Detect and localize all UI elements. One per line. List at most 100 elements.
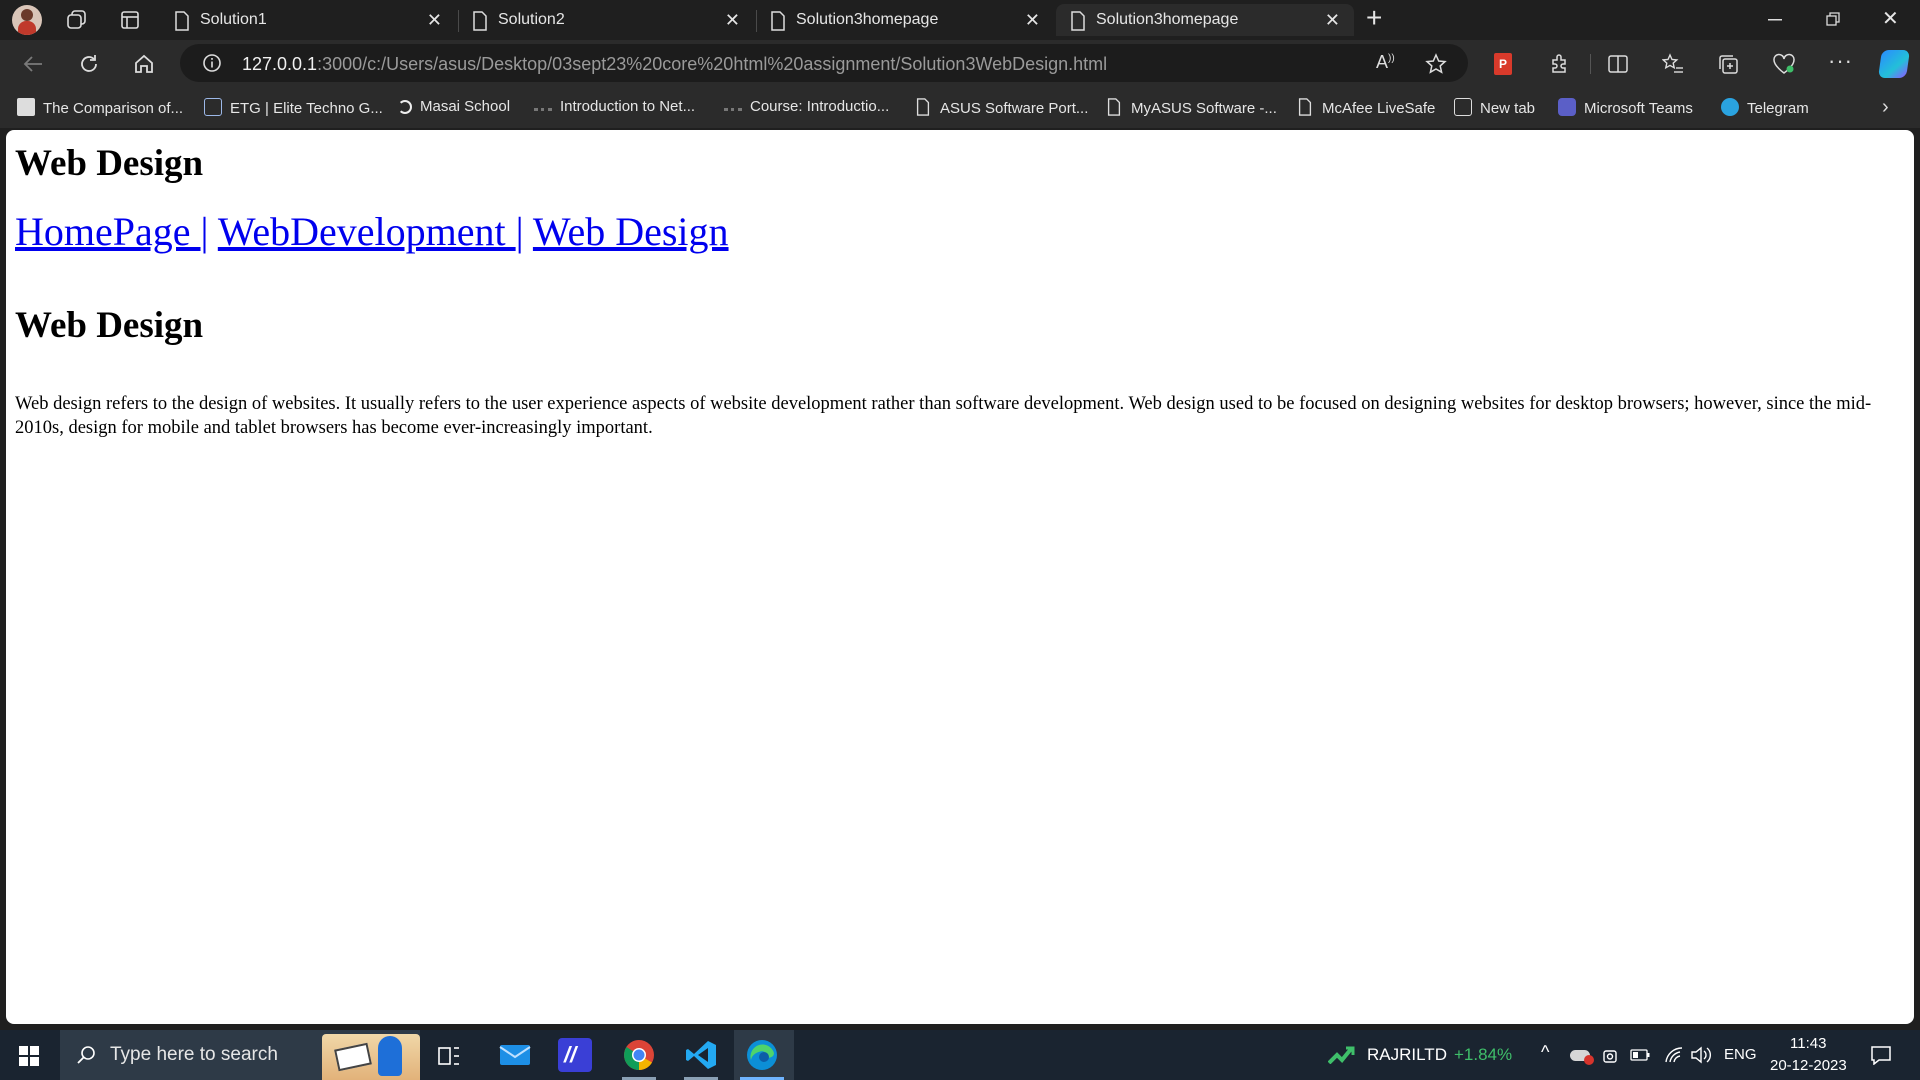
- stock-change[interactable]: +1.84%: [1454, 1045, 1512, 1065]
- url-host: 127.0.0.1: [242, 54, 318, 74]
- bookmark-item[interactable]: The Comparison of...: [17, 98, 183, 117]
- home-icon[interactable]: [133, 53, 155, 75]
- extension-badge-icon[interactable]: P: [1494, 53, 1512, 75]
- back-icon[interactable]: [22, 53, 44, 75]
- document-icon: [771, 11, 785, 31]
- wifi-icon[interactable]: [1664, 1046, 1684, 1064]
- bookmark-label: Course: Introductio...: [750, 98, 890, 115]
- profile-avatar[interactable]: [12, 5, 42, 35]
- bookmark-label: New tab: [1480, 100, 1536, 117]
- close-tab-icon[interactable]: ✕: [427, 10, 442, 31]
- section-paragraph: Web design refers to the design of websi…: [15, 394, 1872, 438]
- bookmark-label: McAfee LiveSafe: [1322, 100, 1436, 117]
- split-screen-icon[interactable]: [1607, 53, 1629, 75]
- clock-date[interactable]: 20-12-2023: [1770, 1057, 1847, 1074]
- bookmark-item[interactable]: Telegram: [1721, 98, 1809, 117]
- close-tab-icon[interactable]: ✕: [1325, 10, 1340, 31]
- refresh-icon[interactable]: [78, 53, 100, 75]
- toolbar-divider: [1590, 54, 1591, 74]
- address-bar[interactable]: 127.0.0.1:3000/c:/Users/asus/Desktop/03s…: [180, 44, 1468, 82]
- bookmark-label: Masai School: [420, 98, 511, 115]
- volume-icon[interactable]: [1690, 1046, 1712, 1064]
- edge-app-icon[interactable]: [745, 1038, 779, 1072]
- extensions-icon[interactable]: [1548, 53, 1570, 75]
- search-highlight-image: [322, 1034, 420, 1080]
- tab-title: Solution3homepage: [796, 11, 939, 28]
- search-placeholder: Type here to search: [110, 1044, 278, 1065]
- nav-link-homepage[interactable]: HomePage: [15, 209, 201, 254]
- copilot-icon[interactable]: [1878, 50, 1910, 78]
- new-tab-button[interactable]: +: [1366, 2, 1382, 34]
- bookmark-label: MyASUS Software -...: [1131, 100, 1277, 117]
- document-icon: [1298, 98, 1312, 116]
- url-path: :3000/c:/Users/asus/Desktop/03sept23%20c…: [317, 54, 1108, 74]
- new-tab-favicon-icon: [1454, 98, 1472, 116]
- vscode-app-icon[interactable]: [684, 1038, 718, 1072]
- tab-strip: Solution1 ✕ Solution2 ✕ Solution3homepag…: [0, 0, 1920, 40]
- tab-solution2[interactable]: Solution2 ✕: [458, 4, 754, 36]
- restore-icon[interactable]: [1826, 12, 1840, 26]
- task-view-icon[interactable]: [438, 1046, 460, 1066]
- close-window-icon[interactable]: ✕: [1882, 6, 1899, 31]
- favorite-star-icon[interactable]: [1425, 53, 1447, 75]
- bookmark-label: Microsoft Teams: [1584, 100, 1693, 117]
- bookmark-item[interactable]: Course: Introductio...: [724, 98, 889, 115]
- url-text[interactable]: 127.0.0.1:3000/c:/Users/asus/Desktop/03s…: [242, 54, 1107, 75]
- bookmark-label: Introduction to Net...: [560, 98, 696, 115]
- close-tab-icon[interactable]: ✕: [1025, 10, 1040, 31]
- bookmark-item[interactable]: McAfee LiveSafe: [1296, 98, 1435, 117]
- collections-icon[interactable]: [1717, 53, 1739, 75]
- windows-start-icon[interactable]: [19, 1046, 39, 1066]
- bookmark-item[interactable]: Microsoft Teams: [1558, 98, 1693, 117]
- notifications-icon[interactable]: [1870, 1045, 1892, 1065]
- minimize-icon[interactable]: [1768, 19, 1782, 21]
- language-indicator[interactable]: ENG: [1724, 1046, 1757, 1063]
- tab-solution3homepage[interactable]: Solution3homepage ✕: [756, 4, 1054, 36]
- nav-link-webdesign[interactable]: Web Design: [533, 209, 729, 254]
- nav-separator: |: [200, 209, 209, 254]
- stock-trend-icon: [1328, 1046, 1355, 1064]
- page-heading: Web Design: [15, 143, 204, 184]
- more-bookmarks-chevron-icon[interactable]: ›: [1882, 96, 1889, 119]
- tab-title: Solution1: [200, 11, 267, 28]
- taskbar-search-box[interactable]: Type here to search: [60, 1030, 420, 1080]
- tab-title: Solution3homepage: [1096, 11, 1239, 28]
- document-icon: [1071, 11, 1085, 31]
- chrome-app-icon[interactable]: [622, 1038, 656, 1072]
- stock-name[interactable]: RAJRILTD: [1367, 1045, 1447, 1065]
- browser-toolbar: 127.0.0.1:3000/c:/Users/asus/Desktop/03s…: [0, 40, 1920, 88]
- code-editor-app-icon[interactable]: //: [558, 1038, 592, 1072]
- tab-solution1[interactable]: Solution1 ✕: [160, 4, 456, 36]
- bookmark-label: The Comparison of...: [43, 100, 184, 117]
- onedrive-error-icon[interactable]: [1570, 1050, 1594, 1065]
- read-aloud-icon[interactable]: A)): [1376, 52, 1395, 73]
- nav-link-webdevelopment[interactable]: WebDevelopment: [218, 209, 516, 254]
- document-icon: [1107, 98, 1121, 116]
- close-tab-icon[interactable]: ✕: [725, 10, 740, 31]
- tab-solution3homepage-active[interactable]: Solution3homepage ✕: [1056, 4, 1354, 36]
- document-icon: [916, 98, 930, 116]
- clock-time[interactable]: 11:43: [1790, 1035, 1826, 1052]
- bookmark-favicon-icon: [17, 98, 35, 116]
- favorites-icon[interactable]: [1662, 53, 1684, 75]
- mail-app-icon[interactable]: [498, 1038, 532, 1072]
- workspaces-icon[interactable]: [66, 10, 88, 30]
- bookmark-item[interactable]: New tab: [1454, 98, 1535, 117]
- bookmark-item[interactable]: Masai School: [398, 98, 510, 115]
- bookmarks-bar: The Comparison of... ETG | Elite Techno …: [0, 88, 1920, 128]
- bookmark-item[interactable]: MyASUS Software -...: [1105, 98, 1277, 117]
- tab-title: Solution2: [498, 11, 565, 28]
- site-info-icon[interactable]: [202, 53, 222, 73]
- browser-essentials-icon[interactable]: [1772, 53, 1796, 75]
- show-hidden-icons-chevron-icon[interactable]: ^: [1541, 1042, 1549, 1063]
- bookmark-item[interactable]: ASUS Software Port...: [914, 98, 1088, 117]
- vertical-tabs-icon[interactable]: [120, 10, 140, 30]
- page-content: Web Design HomePage | WebDevelopment | W…: [6, 130, 1914, 1024]
- taskbar: Type here to search // RAJRILTD +1.84% ^…: [0, 1030, 1920, 1080]
- bookmark-item[interactable]: ETG | Elite Techno G...: [204, 98, 383, 117]
- more-options-icon[interactable]: ···: [1828, 48, 1853, 74]
- meet-now-icon[interactable]: [1602, 1047, 1618, 1065]
- bookmark-item[interactable]: Introduction to Net...: [534, 98, 695, 115]
- bookmark-label: Telegram: [1747, 100, 1809, 117]
- battery-icon[interactable]: [1630, 1049, 1650, 1061]
